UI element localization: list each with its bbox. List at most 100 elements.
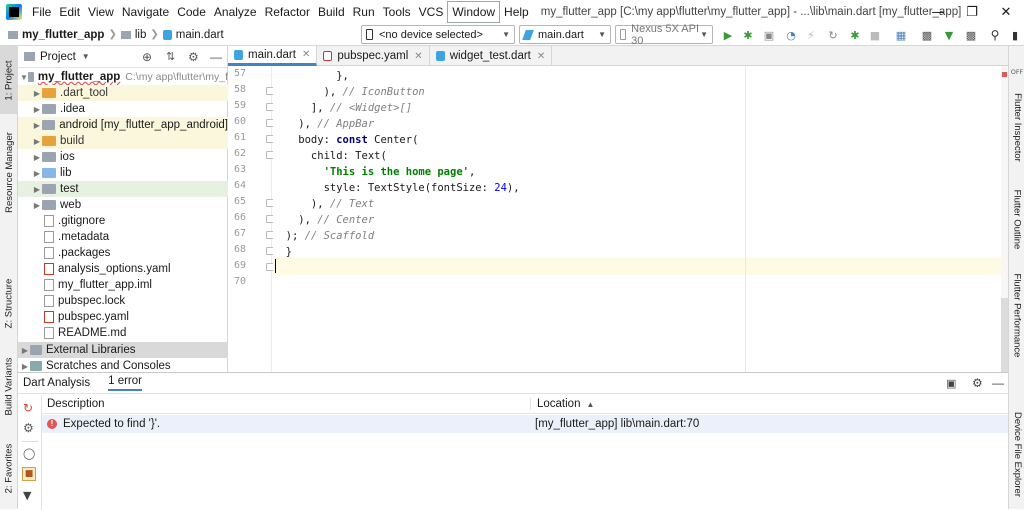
- close-tab-icon[interactable]: ✕: [302, 49, 310, 60]
- menu-tools[interactable]: Tools: [379, 0, 415, 24]
- menu-analyze[interactable]: Analyze: [210, 0, 261, 24]
- tree-item-build[interactable]: ▶ build: [18, 133, 228, 149]
- hide-panel-icon[interactable]: —: [210, 50, 222, 64]
- breadcrumb-folder[interactable]: lib: [135, 29, 147, 41]
- refresh-icon[interactable]: ↻: [23, 401, 33, 415]
- gear-icon[interactable]: ⚙: [188, 50, 199, 64]
- code-line: },: [273, 68, 1008, 84]
- tree-item-ios[interactable]: ▶ ios: [18, 149, 228, 165]
- menu-edit[interactable]: Edit: [55, 0, 84, 24]
- tree-item-packages[interactable]: .packages: [18, 245, 228, 261]
- run-config-selector[interactable]: main.dart ▼: [519, 25, 611, 44]
- close-tab-icon[interactable]: ✕: [537, 51, 545, 62]
- hot-reload-icon[interactable]: ⚡: [804, 28, 818, 42]
- tree-item-android-my-flutter-app-android[interactable]: ▶ android [my_flutter_app_android]: [18, 117, 228, 133]
- code-token: Center(: [367, 134, 419, 146]
- tree-item-lib[interactable]: ▶ lib: [18, 165, 228, 181]
- sort-asc-icon: ▲: [586, 399, 595, 409]
- gear-icon[interactable]: ⚙: [972, 376, 983, 390]
- menu-window[interactable]: Window: [447, 1, 501, 23]
- menu-view[interactable]: View: [84, 0, 118, 24]
- close-tab-icon[interactable]: ✕: [414, 51, 422, 62]
- menu-run[interactable]: Run: [349, 0, 379, 24]
- code-token: // Center: [317, 214, 375, 226]
- sidebar-toggle-icon[interactable]: ▮: [1008, 28, 1022, 42]
- tool-tab-structure[interactable]: Z: Structure: [0, 268, 18, 338]
- collapse-all-icon[interactable]: ⇅: [166, 50, 175, 63]
- tree-item-readme-md[interactable]: README.md: [18, 325, 228, 341]
- hot-restart-icon[interactable]: ↻: [826, 28, 840, 42]
- tree-item-analysis-options-yaml[interactable]: analysis_options.yaml: [18, 261, 228, 277]
- menu-vcs[interactable]: VCS: [415, 0, 448, 24]
- tab-pubspec-yaml[interactable]: pubspec.yaml ✕: [317, 46, 430, 66]
- avd-manager-icon[interactable]: ▩: [920, 28, 934, 42]
- editor-scrollbar[interactable]: [1001, 66, 1008, 372]
- tree-item-pubspec-yaml[interactable]: pubspec.yaml: [18, 309, 228, 325]
- breadcrumb-file[interactable]: main.dart: [176, 29, 224, 41]
- tool-tab-device-file-explorer[interactable]: Device File Explorer: [1009, 404, 1024, 504]
- tree-item-idea[interactable]: ▶ .idea: [18, 101, 228, 117]
- tree-item-gitignore[interactable]: .gitignore: [18, 213, 228, 229]
- tool-tab-flutter-performance[interactable]: Flutter Performance: [1009, 260, 1024, 370]
- project-structure-icon[interactable]: ▩: [964, 28, 978, 42]
- pin-icon[interactable]: ◯: [23, 447, 35, 460]
- tab-label: pubspec.yaml: [337, 50, 409, 62]
- tab-main-dart[interactable]: main.dart ✕: [228, 46, 318, 66]
- table-row[interactable]: ! Expected to find '}'. [my_flutter_app]…: [42, 415, 1008, 433]
- device-selector[interactable]: <no device selected> ▼: [361, 25, 515, 44]
- scrollbar-thumb[interactable]: [1001, 298, 1008, 372]
- attach-debugger-icon[interactable]: ▣: [762, 28, 776, 42]
- menu-refactor[interactable]: Refactor: [261, 0, 314, 24]
- menu-build[interactable]: Build: [314, 0, 349, 24]
- tool-tab-project[interactable]: 1: Project: [0, 46, 18, 114]
- tree-item-test[interactable]: ▶ test: [18, 181, 228, 197]
- breadcrumb-project[interactable]: my_flutter_app: [22, 29, 104, 41]
- tree-external-libraries[interactable]: ▶ External Libraries: [18, 342, 228, 358]
- menu-code[interactable]: Code: [173, 0, 210, 24]
- profile-icon[interactable]: ◔: [784, 28, 798, 42]
- sync-project-icon[interactable]: ▦: [894, 28, 908, 42]
- dart-analysis-tab[interactable]: Dart Analysis: [23, 377, 90, 389]
- library-icon: [30, 345, 42, 355]
- tool-tab-flutter-outline[interactable]: Flutter Outline: [1009, 174, 1024, 264]
- menu-navigate[interactable]: Navigate: [118, 0, 173, 24]
- hide-panel-icon[interactable]: —: [992, 376, 1004, 390]
- code-editor[interactable]: }, ), // IconButton ], // <Widget>[] ), …: [273, 66, 1008, 372]
- tool-tab-build-variants[interactable]: Build Variants: [0, 346, 18, 426]
- menu-file[interactable]: File: [28, 0, 55, 24]
- yaml-file-icon: [323, 51, 333, 61]
- tab-widget-test-dart[interactable]: widget_test.dart ✕: [430, 46, 553, 66]
- tree-item-my-flutter-app-iml[interactable]: my_flutter_app.iml: [18, 277, 228, 293]
- tool-tab-resource-manager[interactable]: Resource Manager: [0, 122, 18, 222]
- target-icon[interactable]: ⊕: [142, 50, 152, 64]
- tree-root[interactable]: ▼ my_flutter_app C:\my app\flutter\my_f: [18, 69, 228, 85]
- search-icon[interactable]: ⚲: [988, 28, 1002, 42]
- minimize-button[interactable]: —: [921, 0, 955, 24]
- filter-icon[interactable]: ▼: [23, 489, 31, 502]
- debug-restart-icon[interactable]: ✱: [848, 28, 862, 42]
- sdk-manager-icon[interactable]: ▼: [942, 28, 956, 42]
- column-location[interactable]: Location: [537, 398, 580, 410]
- debug-icon[interactable]: ✱: [741, 28, 755, 42]
- emulator-selector[interactable]: Nexus 5X API 30 ▼: [615, 23, 713, 47]
- gear-icon[interactable]: ⚙: [23, 421, 34, 435]
- chevron-down-icon[interactable]: ▼: [82, 52, 90, 61]
- tool-tab-flutter-inspector[interactable]: Flutter Inspector: [1009, 82, 1024, 172]
- comment-icon[interactable]: ▣: [946, 377, 956, 390]
- close-button[interactable]: ✕: [989, 0, 1023, 24]
- error-stripe-marker[interactable]: [1002, 72, 1007, 77]
- stop-icon[interactable]: ■: [868, 28, 882, 42]
- maximize-button[interactable]: ❐: [955, 0, 989, 24]
- group-by-severity-icon[interactable]: ■: [22, 467, 36, 481]
- menu-help[interactable]: Help: [500, 0, 533, 24]
- run-icon[interactable]: ▶: [721, 28, 735, 42]
- tree-item-web[interactable]: ▶ web: [18, 197, 228, 213]
- file-icon: [44, 327, 54, 339]
- tree-item-dart-tool[interactable]: ▶ .dart_tool: [18, 85, 228, 101]
- tree-item-pubspec-lock[interactable]: pubspec.lock: [18, 293, 228, 309]
- tree-item-metadata[interactable]: .metadata: [18, 229, 228, 245]
- column-description[interactable]: Description: [47, 398, 531, 410]
- project-view-selector[interactable]: Project: [40, 51, 76, 63]
- tool-tab-favorites[interactable]: 2: Favorites: [0, 438, 18, 498]
- error-count-tab[interactable]: 1 error: [108, 375, 142, 391]
